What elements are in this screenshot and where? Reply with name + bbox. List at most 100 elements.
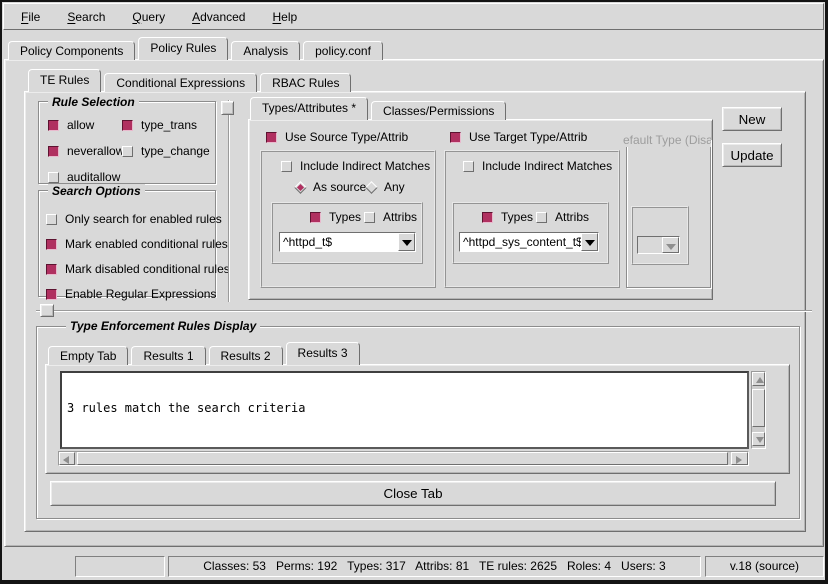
checkbox-icon[interactable] — [482, 212, 493, 223]
checkbox-icon[interactable] — [281, 161, 292, 172]
rule-option-label: neverallow — [67, 144, 124, 158]
results-tab-results-1[interactable]: Results 1 — [131, 346, 205, 365]
radio-any[interactable]: Any — [367, 180, 405, 194]
source-type-value[interactable]: ^httpd_t$ — [280, 233, 398, 251]
new-button[interactable]: New — [722, 107, 782, 131]
source-attribs-label: Attribs — [383, 210, 417, 224]
subtab-conditional-expressions[interactable]: Conditional Expressions — [104, 73, 257, 92]
use-source-checkbox[interactable]: Use Source Type/Attrib — [266, 130, 408, 144]
search-option-only-search-for-enabled-rules[interactable]: Only search for enabled rules — [46, 212, 214, 226]
target-types-label: Types — [501, 210, 533, 224]
menu-file[interactable]: File — [12, 8, 49, 26]
checkbox-icon[interactable] — [450, 132, 461, 143]
hscroll-thumb[interactable] — [77, 452, 728, 465]
update-button[interactable]: Update — [722, 143, 782, 167]
search-option-mark-disabled-conditional-rules[interactable]: Mark disabled conditional rules — [46, 262, 214, 276]
main-tabs: Policy ComponentsPolicy RulesAnalysispol… — [8, 36, 386, 60]
vertical-sash[interactable] — [228, 100, 230, 302]
subtab-rbac-rules[interactable]: RBAC Rules — [260, 73, 351, 92]
horizontal-sash-handle[interactable] — [40, 304, 54, 317]
scroll-up-button[interactable] — [752, 372, 765, 386]
source-type-combobox[interactable]: ^httpd_t$ — [279, 232, 416, 252]
results-frame-title: Type Enforcement Rules Display — [66, 319, 260, 333]
checkbox-icon[interactable] — [46, 264, 57, 275]
rule-option-label: type_trans — [141, 118, 197, 132]
source-indirect-label: Include Indirect Matches — [300, 159, 430, 173]
scroll-right-button[interactable] — [731, 452, 748, 465]
target-types-checkbox[interactable]: Types — [482, 210, 533, 224]
close-tab-button[interactable]: Close Tab — [50, 481, 776, 506]
rule-option-auditallow[interactable]: auditallow — [48, 170, 122, 184]
checkbox-icon[interactable] — [46, 239, 57, 250]
results-tab-results-2[interactable]: Results 2 — [209, 346, 283, 365]
tab-policy-rules[interactable]: Policy Rules — [138, 37, 228, 60]
status-left-box — [75, 556, 165, 577]
use-target-checkbox[interactable]: Use Target Type/Attrib — [450, 130, 587, 144]
search-option-label: Enable Regular Expressions — [65, 287, 216, 301]
checkbox-icon[interactable] — [48, 146, 59, 157]
menu-help[interactable]: Help — [263, 8, 306, 26]
tab-analysis[interactable]: Analysis — [231, 41, 300, 60]
scroll-down-button[interactable] — [752, 432, 765, 446]
search-options-list: Only search for enabled rules Mark enable… — [46, 212, 214, 312]
results-tab-results-3[interactable]: Results 3 — [286, 342, 360, 365]
dropdown-arrow-icon[interactable] — [398, 233, 415, 251]
checkbox-icon[interactable] — [122, 120, 133, 131]
checkbox-icon[interactable] — [122, 146, 133, 157]
checkbox-icon[interactable] — [364, 212, 375, 223]
arrow-up-icon — [756, 377, 764, 383]
scroll-left-button[interactable] — [59, 452, 75, 465]
subtab-te-rules[interactable]: TE Rules — [28, 69, 101, 92]
types-tab-classes-permissions[interactable]: Classes/Permissions — [371, 101, 506, 120]
search-option-mark-enabled-conditional-rules[interactable]: Mark enabled conditional rules — [46, 237, 214, 251]
checkbox-icon[interactable] — [46, 214, 57, 225]
search-option-enable-regular-expressions[interactable]: Enable Regular Expressions — [46, 287, 214, 301]
checkbox-icon[interactable] — [310, 212, 321, 223]
vscroll-thumb[interactable] — [752, 389, 765, 427]
target-type-combobox[interactable]: ^httpd_sys_content_t$ — [459, 232, 599, 252]
checkbox-icon[interactable] — [48, 120, 59, 131]
radio-icon[interactable] — [365, 181, 378, 194]
menu-advanced[interactable]: Advanced — [183, 8, 254, 26]
results-tab-empty-tab[interactable]: Empty Tab — [48, 346, 128, 365]
arrow-left-icon — [63, 456, 69, 464]
source-indirect-checkbox[interactable]: Include Indirect Matches — [281, 159, 430, 173]
rule-option-label: type_change — [141, 144, 210, 158]
rule-option-type-change[interactable]: type_change — [122, 144, 210, 158]
rule-option-label: allow — [67, 118, 94, 132]
source-types-checkbox[interactable]: Types — [310, 210, 361, 224]
menu-search[interactable]: Search — [58, 8, 114, 26]
checkbox-icon[interactable] — [46, 289, 57, 300]
rule-option-allow[interactable]: allow — [48, 118, 122, 132]
radio-as-source[interactable]: As source — [296, 180, 366, 194]
rule-option-neverallow[interactable]: neverallow — [48, 144, 122, 158]
rule-option-label: auditallow — [67, 170, 120, 184]
horizontal-sash[interactable] — [36, 310, 812, 312]
target-attribs-checkbox[interactable]: Attribs — [536, 210, 589, 224]
results-hscrollbar[interactable] — [58, 451, 749, 466]
target-indirect-label: Include Indirect Matches — [482, 159, 612, 173]
search-option-label: Mark enabled conditional rules — [65, 237, 228, 251]
results-textarea[interactable]: 3 rules match the search criteria (5822)… — [60, 371, 749, 449]
radio-icon[interactable] — [294, 181, 307, 194]
arrow-right-icon — [736, 456, 742, 464]
menubar: File Search Query Advanced Help — [3, 3, 824, 30]
target-type-value[interactable]: ^httpd_sys_content_t$ — [460, 233, 581, 251]
vertical-sash-handle[interactable] — [221, 101, 234, 115]
target-indirect-checkbox[interactable]: Include Indirect Matches — [463, 159, 612, 173]
checkbox-icon[interactable] — [536, 212, 547, 223]
tab-policy-conf[interactable]: policy.conf — [303, 41, 383, 60]
menu-query[interactable]: Query — [123, 8, 174, 26]
checkbox-icon[interactable] — [463, 161, 474, 172]
results-vscrollbar[interactable] — [751, 371, 766, 449]
dropdown-arrow-icon[interactable] — [581, 233, 598, 251]
rule-option-type-trans[interactable]: type_trans — [122, 118, 210, 132]
source-attribs-checkbox[interactable]: Attribs — [364, 210, 417, 224]
checkbox-icon[interactable] — [48, 172, 59, 183]
tab-policy-components[interactable]: Policy Components — [8, 41, 135, 60]
target-attribs-label: Attribs — [555, 210, 589, 224]
default-type-value — [638, 237, 662, 253]
checkbox-icon[interactable] — [266, 132, 277, 143]
status-stats: Classes: 53 Perms: 192 Types: 317 Attrib… — [168, 556, 701, 577]
types-tab-types-attributes[interactable]: Types/Attributes * — [250, 97, 368, 120]
